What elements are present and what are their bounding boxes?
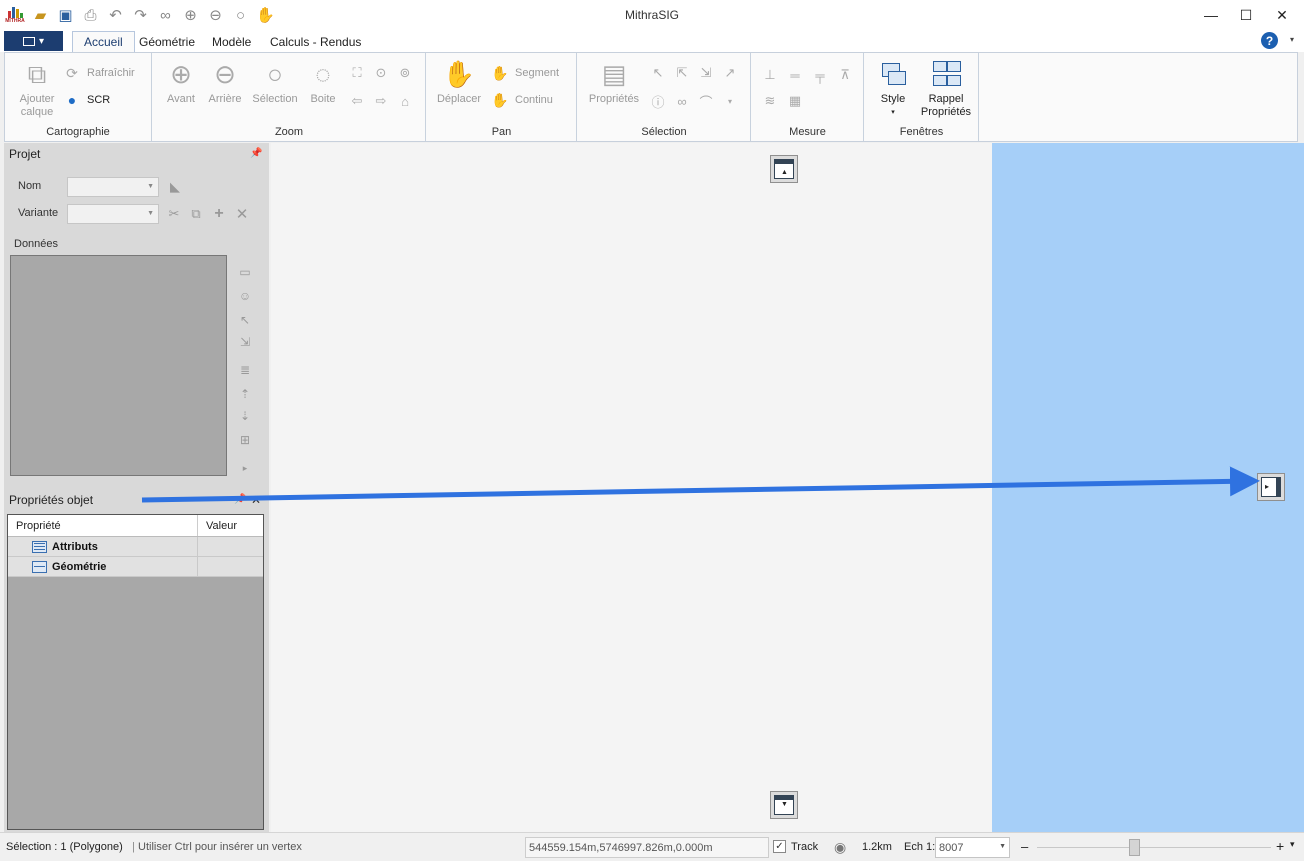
zoom-in-button[interactable]: +	[1276, 838, 1284, 854]
zoom-slider-track[interactable]	[1037, 847, 1271, 848]
globe-icon[interactable]: ◉	[834, 839, 846, 856]
status-separator: |	[132, 841, 135, 853]
status-bar: Sélection : 1 (Polygone) | Utiliser Ctrl…	[0, 832, 1304, 861]
track-checkbox[interactable]: ✓	[773, 840, 786, 853]
distance-readout: 1.2km	[862, 841, 892, 853]
scale-label: Ech 1:	[904, 841, 936, 853]
track-label: Track	[791, 841, 819, 853]
zoom-slider-thumb[interactable]	[1129, 839, 1140, 856]
hint-text: Utiliser Ctrl pour insérer un vertex	[138, 841, 302, 853]
zoom-out-button[interactable]: –	[1021, 839, 1028, 854]
chevron-down-icon[interactable]: ▾	[1290, 839, 1295, 850]
drag-arrow	[141, 466, 1260, 503]
chevron-down-icon: ▼	[999, 843, 1006, 850]
selection-status: Sélection : 1 (Polygone)	[6, 841, 123, 853]
scale-combo[interactable]: 8007 ▼	[935, 837, 1010, 858]
coordinates-readout: 544559.154m,5746997.826m,0.000m	[525, 837, 769, 858]
